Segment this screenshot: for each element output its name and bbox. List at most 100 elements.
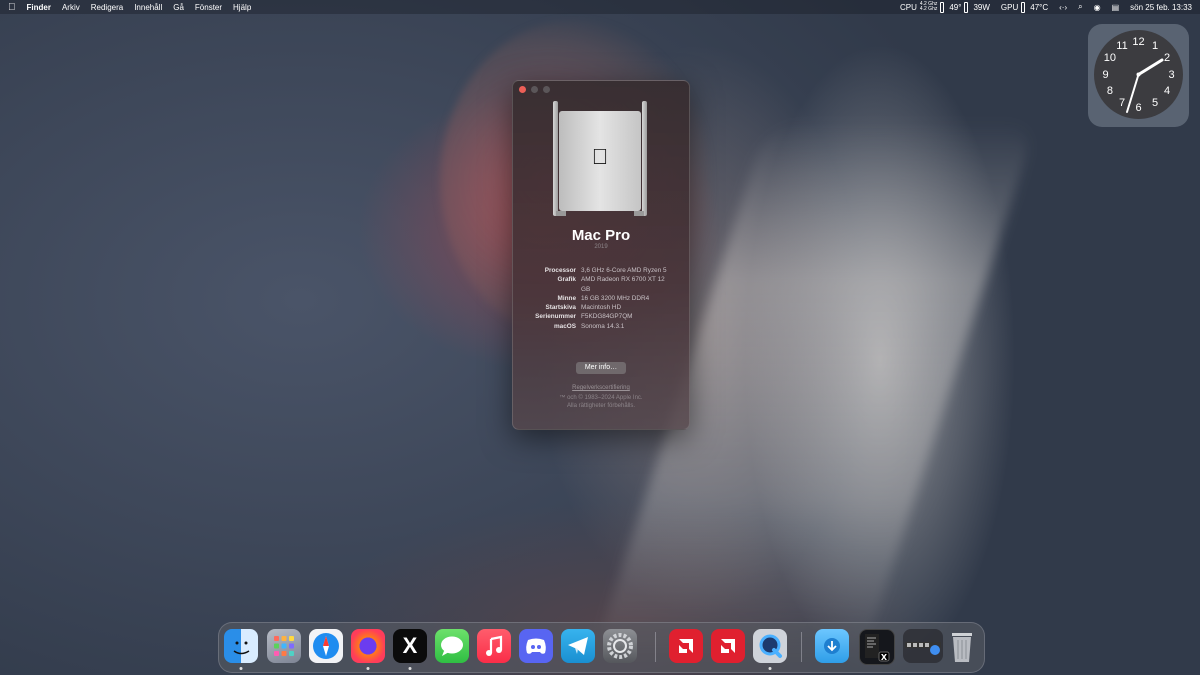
spec-list: Processor 3,6 GHz 6-Core AMD Ryzen 5 Gra… [513,266,689,331]
menu-bar:  Finder Arkiv Redigera Innehåll Gå Föns… [0,0,1200,14]
amd-logo-icon [679,639,693,653]
gpu-temp-bar-icon [1021,1,1026,13]
quicktime-icon[interactable] [753,629,787,663]
cpu-ghz-2: 4.2 Ghz [919,6,938,12]
apple-logo-icon:  [592,144,609,170]
menu-innehall[interactable]: Innehåll [134,3,162,12]
window-preview-terminal[interactable]: X [859,629,895,665]
mac-pro-image:  [553,101,647,216]
system-settings-icon[interactable] [603,629,637,663]
amd-software-icon[interactable] [669,629,703,663]
apple-menu-icon[interactable]:  [8,2,16,13]
dock-preview-icon [905,642,941,655]
launchpad-icon[interactable] [267,629,301,663]
safari-icon[interactable] [309,629,343,663]
spec-value: F5KDG84GP7QM [581,313,633,321]
menu-redigera[interactable]: Redigera [91,3,123,12]
window-preview-dock[interactable] [903,629,943,663]
spec-row-serienummer: Serienummer F5KDG84GP7QM [513,312,689,321]
rights-line: Alla rättigheter förbehålls. [566,403,636,409]
about-this-mac-window[interactable]:  Mac Pro 2019 Processor 3,6 GHz 6-Core … [512,80,690,430]
gpu-temp: 47°C [1030,2,1049,12]
minimize-button[interactable] [531,86,538,93]
spec-row-processor: Processor 3,6 GHz 6-Core AMD Ryzen 5 [513,266,689,275]
menu-app-name[interactable]: Finder [27,3,51,12]
clock-numeral: 7 [1118,97,1126,110]
spec-value: Sonoma 14.3.1 [581,322,625,330]
power-bar-icon [964,1,969,13]
search-icon[interactable]: ⌕ [1078,2,1082,12]
control-center-icon[interactable]: ▤ [1112,3,1120,12]
menu-datetime[interactable]: sön 25 feb. 13:33 [1130,3,1192,12]
spec-value: Macintosh HD [581,304,622,312]
spec-key: Processor [544,267,576,274]
clock-center [1136,72,1141,77]
zoom-button[interactable] [543,86,550,93]
spec-key: Serienummer [535,313,576,321]
amd-logo-icon [721,639,735,653]
code-icon[interactable]: ‹·› [1059,3,1067,12]
quicktime-q-icon [759,634,782,658]
clock-numeral: 3 [1168,68,1175,81]
regulatory-link[interactable]: Regelverkscertifiering [513,385,689,391]
mac-pro-handle-right [642,101,647,216]
music-icon[interactable] [477,629,511,663]
dock: X X [218,622,985,673]
clock-numeral: 8 [1106,85,1113,97]
amd-adrenalin-icon[interactable] [711,629,745,663]
trash-can-icon [952,633,972,662]
legal-text: ™ och © 1983–2024 Apple Inc. Alla rättig… [513,394,689,410]
clock-numeral: 6 [1135,101,1142,114]
cpu-power: 39W [973,2,990,12]
clock-numeral: 5 [1151,97,1159,110]
running-indicator [366,667,370,670]
running-indicator [408,667,412,670]
messages-icon[interactable] [435,629,469,663]
clock-numeral: 11 [1116,39,1128,52]
clock-numeral: 12 [1132,35,1145,48]
firefox-icon[interactable] [351,629,385,663]
more-info-button[interactable]: Mer info… [576,362,626,374]
copyright-line: ™ och © 1983–2024 Apple Inc. [559,395,643,401]
screen-record-icon[interactable]: ◉ [1094,3,1101,12]
clock-numeral: 9 [1102,68,1109,81]
compass-icon [313,633,339,659]
window-controls [519,86,550,93]
menu-hjalp[interactable]: Hjälp [233,3,251,12]
downloads-folder-icon[interactable] [815,629,849,663]
model-title: Mac Pro [571,227,631,244]
gpu-status[interactable]: GPU 47°C [1000,1,1049,13]
spec-key: macOS [553,322,576,330]
spec-row-macos: macOS Sonoma 14.3.1 [513,322,689,331]
mac-pro-foot-left [556,211,566,216]
dock-separator [655,632,656,662]
finder-icon[interactable] [224,629,258,663]
trash-icon[interactable] [945,629,979,663]
spec-row-minne: Minne 16 GB 3200 MHz DDR4 [513,294,689,303]
mac-pro-handle-left [553,101,558,216]
close-button[interactable] [519,86,526,93]
gear-icon [607,633,633,659]
x-app-icon[interactable]: X [393,629,427,663]
menu-ga[interactable]: Gå [173,3,184,12]
clock-numeral: 10 [1103,52,1117,64]
spec-value: 3,6 GHz 6-Core AMD Ryzen 5 [581,267,667,274]
menu-arkiv[interactable]: Arkiv [62,3,80,12]
analog-clock: 12 1 2 3 4 5 6 7 8 9 10 11 [1094,30,1183,119]
running-indicator [239,667,243,670]
dock-separator [801,632,802,662]
spec-row-startskiva: Startskiva Macintosh HD [513,303,689,312]
paper-plane-icon [568,637,588,655]
clock-numeral: 2 [1164,52,1171,64]
running-indicator [768,667,772,670]
discord-icon[interactable] [519,629,553,663]
launchpad-grid-icon [274,636,294,656]
cpu-status[interactable]: CPU 4.2 Ghz 4.2 Ghz 49° 39W [900,1,990,13]
finder-face-icon [233,641,250,655]
spec-value: AMD Radeon RX 6700 XT 12 GB [581,276,665,293]
menu-fonster[interactable]: Fönster [195,3,222,12]
gpu-label: GPU [1000,2,1019,12]
telegram-icon[interactable] [561,629,595,663]
clock-widget[interactable]: 12 1 2 3 4 5 6 7 8 9 10 11 [1088,24,1189,127]
spec-row-grafik: Grafik AMD Radeon RX 6700 XT 12 GB [513,275,689,294]
